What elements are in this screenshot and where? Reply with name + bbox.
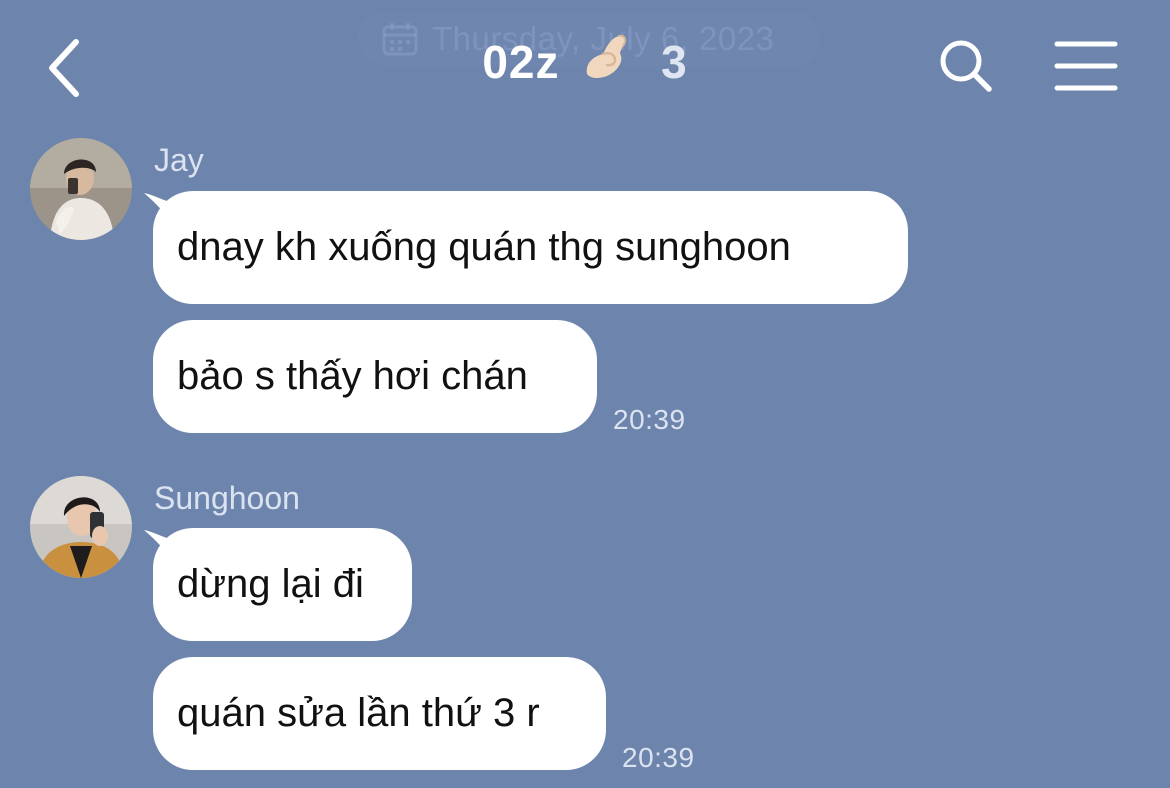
- calendar-icon: [382, 23, 418, 56]
- message-text: bảo s thấy hơi chán: [177, 354, 528, 398]
- message-bubble[interactable]: quán sửa lần thứ 3 r: [153, 657, 606, 770]
- back-button[interactable]: [40, 36, 96, 100]
- hamburger-menu-icon: [1054, 41, 1118, 91]
- message-timestamp: 20:39: [613, 404, 686, 435]
- chat-screen: Thursday, July 6, 2023 02z 3 Jay dnay kh…: [0, 0, 1170, 788]
- date-label: Thursday, July 6, 2023: [432, 20, 775, 57]
- message-text: dừng lại đi: [177, 562, 364, 606]
- message-bubble[interactable]: bảo s thấy hơi chán: [153, 320, 597, 433]
- avatar-jay[interactable]: [30, 138, 132, 240]
- message-bubble[interactable]: dnay kh xuống quán thg sunghoon: [153, 191, 908, 304]
- date-pill: Thursday, July 6, 2023: [358, 12, 820, 66]
- message-bubble[interactable]: dừng lại đi: [153, 528, 412, 641]
- message-text: dnay kh xuống quán thg sunghoon: [177, 225, 791, 269]
- sender-name-jay: Jay: [154, 142, 204, 178]
- search-icon: [940, 40, 992, 92]
- chevron-left-icon: [49, 39, 79, 97]
- avatar-sunghoon[interactable]: [30, 476, 132, 578]
- sender-name-sunghoon: Sunghoon: [154, 480, 300, 516]
- search-button[interactable]: [936, 36, 996, 96]
- menu-button[interactable]: [1054, 40, 1118, 92]
- message-timestamp: 20:39: [622, 742, 695, 773]
- message-text: quán sửa lần thứ 3 r: [177, 691, 540, 735]
